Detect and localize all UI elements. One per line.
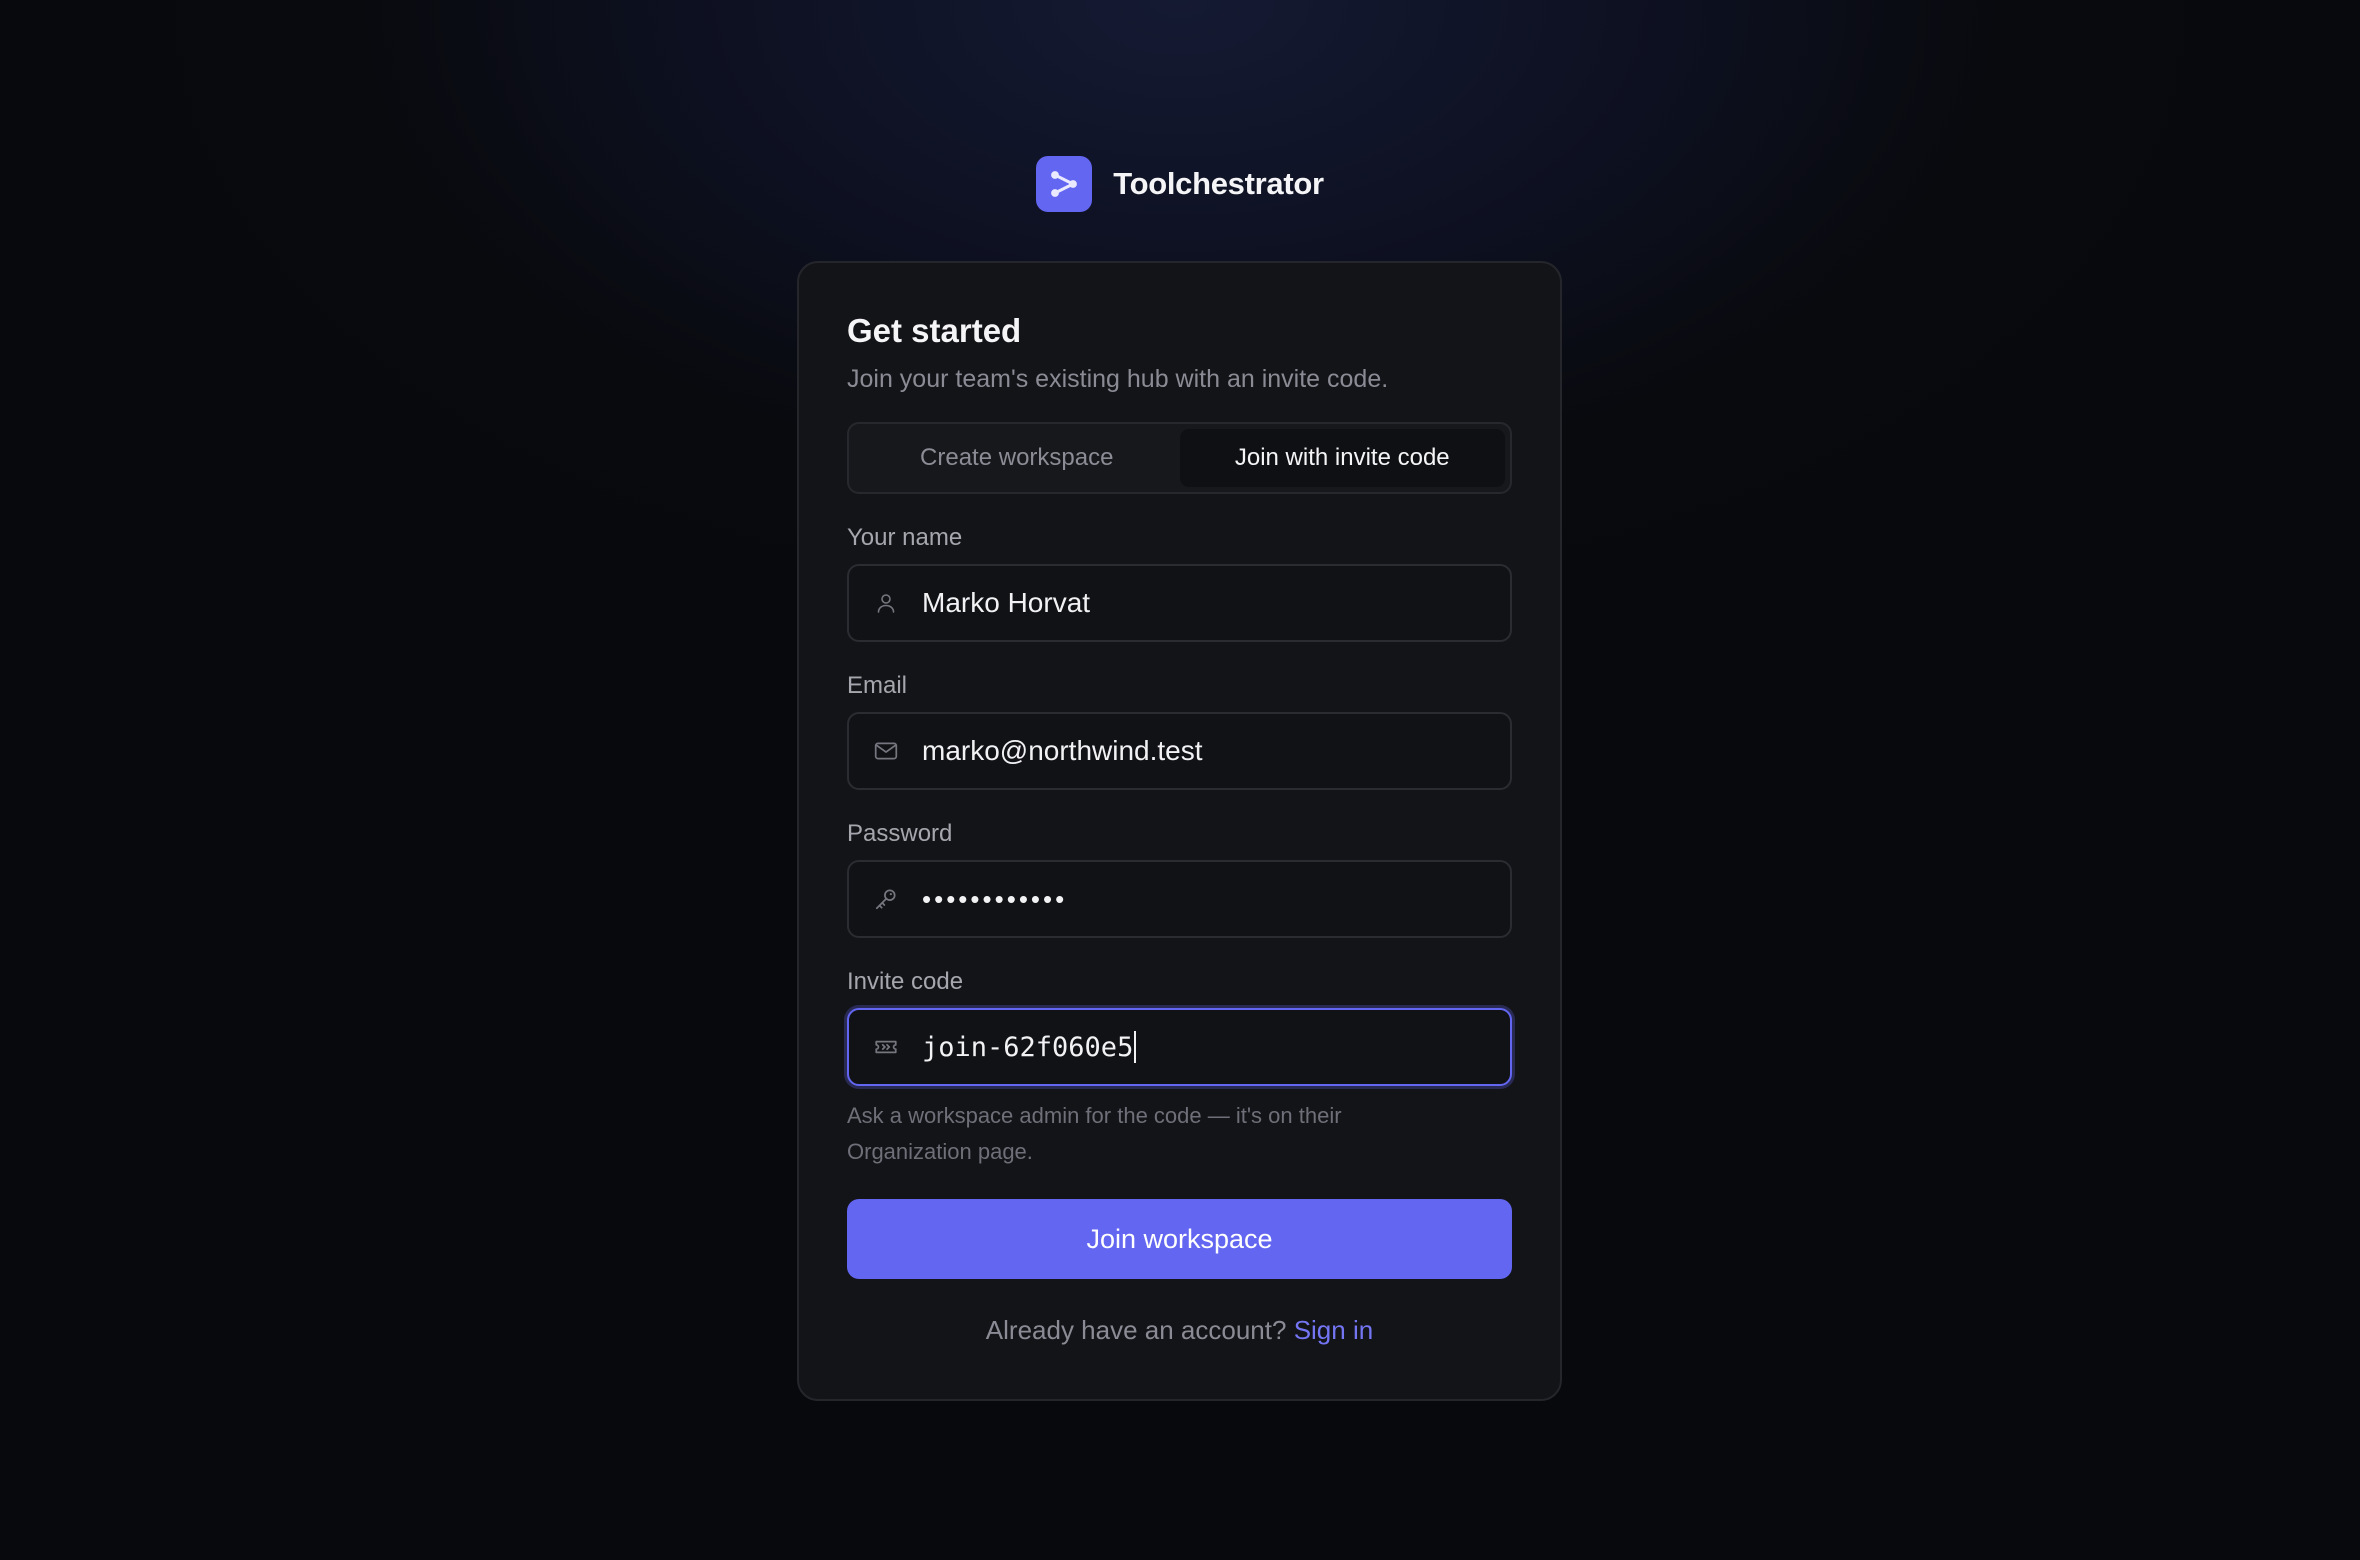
brand-header: Toolchestrator <box>0 156 2360 212</box>
email-input[interactable] <box>922 735 1510 767</box>
email-input-wrap[interactable] <box>847 712 1512 790</box>
card-subtitle: Join your team's existing hub with an in… <box>847 365 1389 393</box>
signup-card: Get started Join your team's existing hu… <box>797 261 1562 1401</box>
invite-value: join-62f060e5 <box>922 1031 1134 1063</box>
name-label: Your name <box>847 524 963 551</box>
share-nodes-icon <box>1036 156 1093 212</box>
invite-input-wrap[interactable]: join-62f060e5 <box>847 1008 1512 1086</box>
ticket-icon <box>872 1033 900 1061</box>
user-icon <box>872 589 900 617</box>
invite-field-group: Invite code join-62f060e5 Ask a workspac… <box>847 968 1512 1170</box>
tab-join-with-invite-code[interactable]: Join with invite code <box>1179 429 1505 487</box>
password-field-group: Password •••••••••••• <box>847 820 1512 938</box>
name-input[interactable] <box>922 587 1510 619</box>
sign-in-link[interactable]: Sign in <box>1294 1315 1374 1345</box>
password-input-wrap[interactable]: •••••••••••• <box>847 860 1512 938</box>
signin-row: Already have an account? Sign in <box>847 1315 1512 1346</box>
invite-label: Invite code <box>847 968 964 995</box>
mode-tabs: Create workspace Join with invite code <box>847 422 1512 494</box>
join-workspace-button[interactable]: Join workspace <box>847 1199 1512 1279</box>
password-input[interactable]: •••••••••••• <box>922 884 1510 915</box>
text-caret <box>1134 1031 1137 1063</box>
brand-name: Toolchestrator <box>1113 166 1324 201</box>
name-input-wrap[interactable] <box>847 564 1512 642</box>
tab-create-workspace[interactable]: Create workspace <box>854 429 1180 487</box>
signin-prompt: Already have an account? <box>985 1315 1287 1345</box>
card-title: Get started <box>847 312 1022 349</box>
key-icon <box>872 885 900 913</box>
invite-input[interactable]: join-62f060e5 <box>922 1031 1510 1063</box>
email-label: Email <box>847 672 908 699</box>
password-label: Password <box>847 820 953 847</box>
email-field-group: Email <box>847 672 1512 790</box>
mail-icon <box>872 737 900 765</box>
name-field-group: Your name <box>847 524 1512 642</box>
invite-hint: Ask a workspace admin for the code — it'… <box>847 1103 1342 1164</box>
